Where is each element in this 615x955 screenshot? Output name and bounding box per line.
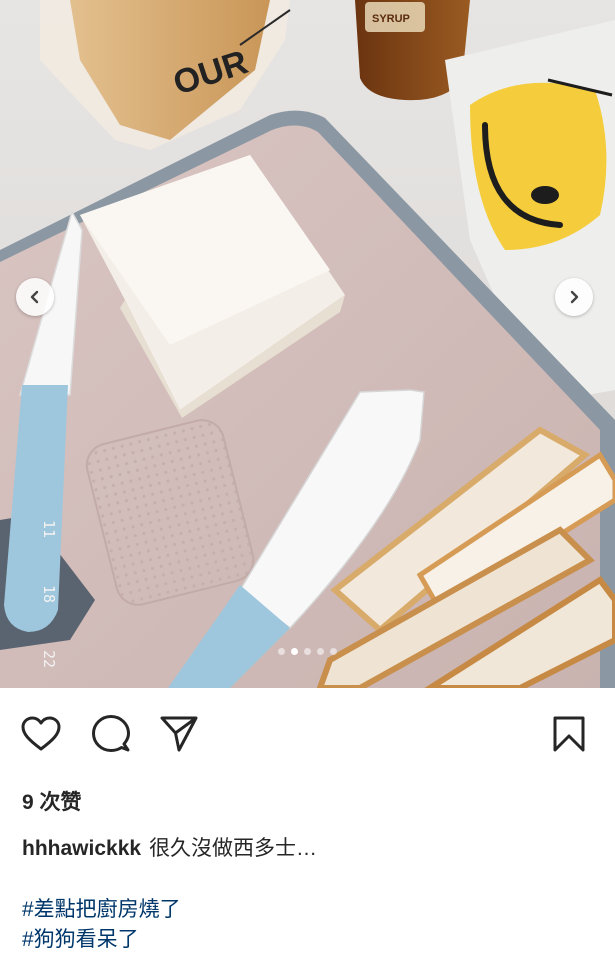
photo-illustration: OUR SYRUP 11 18 22 [0,0,615,688]
hashtag-link[interactable]: #狗狗看呆了 [22,925,181,955]
svg-text:SYRUP: SYRUP [372,13,410,25]
hashtag-list: #差點把廚房燒了 #狗狗看呆了 [22,895,181,955]
svg-text:18: 18 [40,585,58,603]
bookmark-icon [552,715,586,758]
instagram-post: OUR SYRUP 11 18 22 9 次赞 hhhawickkk 很久沒做西… [0,0,615,954]
caption-text: 很久沒做西多士… [149,837,318,860]
svg-text:11: 11 [40,520,58,538]
carousel-prev-button[interactable] [16,278,54,316]
comment-icon [91,714,131,759]
heart-icon [21,716,61,757]
carousel-dot [330,648,337,655]
like-button[interactable] [19,714,63,758]
username-link[interactable]: hhhawickkk [22,837,141,860]
hashtag-link[interactable]: #差點把廚房燒了 [22,895,181,925]
chevron-right-icon [567,290,581,304]
carousel-indicator [0,648,615,655]
carousel-dot-active [291,648,298,655]
post-photo[interactable]: OUR SYRUP 11 18 22 [0,0,615,688]
chevron-left-icon [28,290,42,304]
carousel-next-button[interactable] [555,278,593,316]
carousel-dot [278,648,285,655]
post-action-bar [0,714,615,758]
paper-plane-icon [159,715,199,758]
carousel-dot [317,648,324,655]
carousel-dot [304,648,311,655]
save-button[interactable] [547,714,591,758]
share-button[interactable] [157,714,201,758]
post-caption: hhhawickkk 很久沒做西多士… [22,832,317,862]
likes-count[interactable]: 9 次赞 [22,786,82,816]
comment-button[interactable] [89,714,133,758]
